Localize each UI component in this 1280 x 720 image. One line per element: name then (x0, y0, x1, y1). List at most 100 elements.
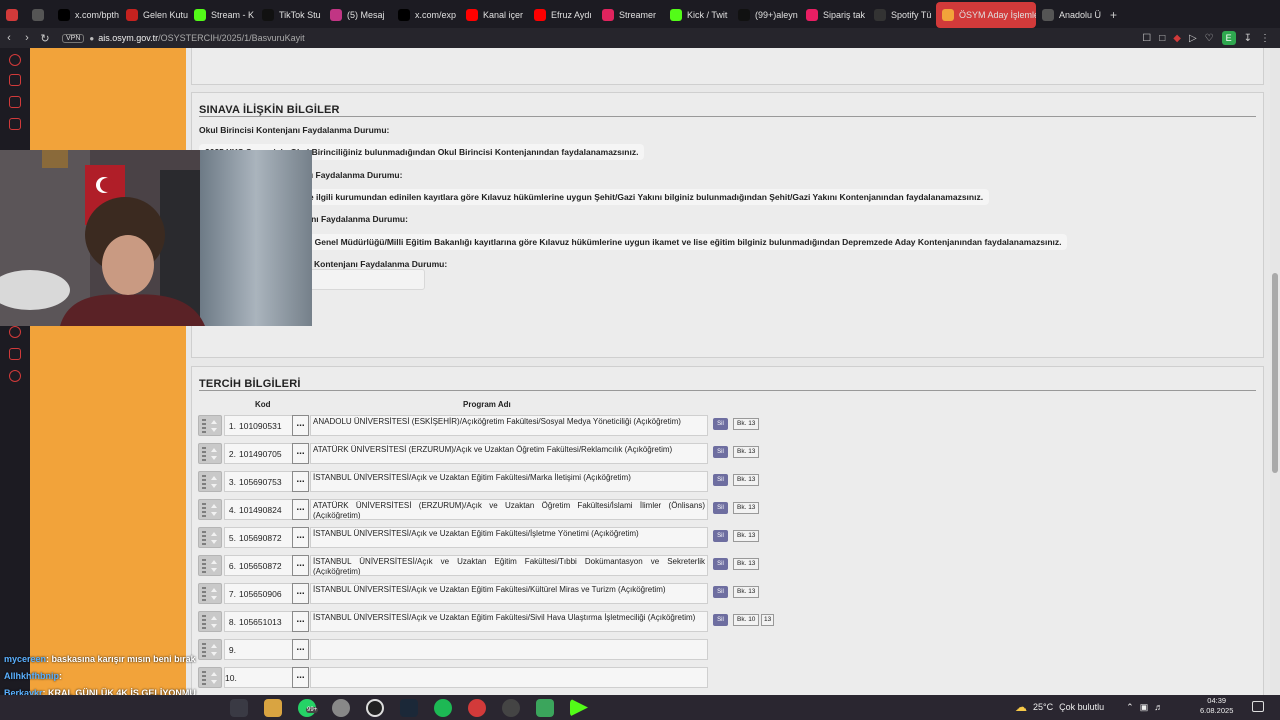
drag-handle[interactable] (198, 611, 222, 632)
arrow-down-icon[interactable] (211, 540, 217, 544)
arrow-up-icon[interactable] (211, 420, 217, 424)
arrow-down-icon[interactable] (211, 428, 217, 432)
volume-icon[interactable]: ♬ (1154, 702, 1163, 712)
bk-badge[interactable]: Bk. 13 (733, 586, 760, 598)
browser-tab[interactable]: Streamer (596, 2, 664, 28)
whatsapp-icon[interactable]: 99+ (298, 698, 319, 717)
browser-tab[interactable]: x.com/exp (392, 2, 460, 28)
arrow-down-icon[interactable] (211, 596, 217, 600)
sidebar-mail-icon[interactable] (9, 118, 21, 130)
play-icon[interactable]: ▷ (1189, 33, 1197, 44)
back-icon[interactable]: ‹ (0, 32, 18, 44)
taskbar-clock[interactable]: 04:39 6.08.2025 (1200, 696, 1233, 716)
file-explorer-icon[interactable] (264, 698, 282, 717)
sidebar-gamepad-icon[interactable] (9, 96, 21, 108)
heart-icon[interactable]: ♡ (1205, 33, 1214, 44)
media-player-icon[interactable] (366, 698, 384, 717)
delete-button[interactable]: Sil (713, 530, 728, 542)
delete-button[interactable]: Sil (713, 446, 728, 458)
select-program-button[interactable]: ... (292, 611, 309, 632)
shield-icon[interactable]: ◆ (1173, 33, 1181, 44)
task-view-icon[interactable] (230, 698, 248, 717)
browser-tab[interactable]: TikTok Stu (256, 2, 324, 28)
drag-handle[interactable] (198, 527, 222, 548)
arrow-down-icon[interactable] (211, 512, 217, 516)
opera-gx-icon[interactable] (468, 698, 486, 717)
discord-icon[interactable] (536, 698, 554, 717)
arrow-down-icon[interactable] (211, 624, 217, 628)
delete-button[interactable]: Sil (713, 586, 728, 598)
arrow-down-icon[interactable] (211, 484, 217, 488)
bk-badge[interactable]: Bk. 13 (733, 418, 760, 430)
delete-button[interactable]: Sil (713, 558, 728, 570)
browser-tab[interactable]: Kick / Twit (664, 2, 732, 28)
arrow-up-icon[interactable] (211, 476, 217, 480)
drag-handle[interactable] (198, 583, 222, 604)
bk-badge[interactable]: Bk. 10 (733, 614, 760, 626)
extension-icon[interactable]: E (1221, 31, 1236, 45)
new-tab-button[interactable]: + (1110, 8, 1117, 22)
browser-tab[interactable] (26, 2, 52, 28)
arrow-down-icon[interactable] (211, 568, 217, 572)
browser-tab[interactable]: (99+)aleyn (732, 2, 800, 28)
kick-studio-icon[interactable] (570, 698, 588, 717)
menu-icon[interactable]: ⋮ (1260, 33, 1270, 44)
kod-cell[interactable]: 2. 101490705 (224, 443, 294, 464)
drag-handle[interactable] (198, 555, 222, 576)
drag-handle[interactable] (198, 471, 222, 492)
bk-badge[interactable]: Bk. 13 (733, 446, 760, 458)
delete-button[interactable]: Sil (713, 474, 728, 486)
sidebar-messenger-icon[interactable] (9, 74, 21, 86)
browser-tab[interactable]: x.com/bpth (52, 2, 120, 28)
steam-icon[interactable] (400, 698, 418, 717)
browser-tab[interactable]: Gelen Kutu (120, 2, 188, 28)
kod-cell[interactable]: 3. 105690753 (224, 471, 294, 492)
bk-badge-extra[interactable]: 13 (761, 614, 775, 626)
bk-badge[interactable]: Bk. 13 (733, 502, 760, 514)
browser-tab[interactable]: Sipariş tak (800, 2, 868, 28)
browser-tab[interactable]: Anadolu Ü (1036, 2, 1104, 28)
forward-icon[interactable]: › (18, 32, 36, 44)
screenshot-icon[interactable]: □ (1159, 33, 1165, 44)
scrollbar-thumb[interactable] (1272, 273, 1278, 473)
bk-badge[interactable]: Bk. 13 (733, 530, 760, 542)
network-icon[interactable]: ▣ (1140, 702, 1149, 713)
sidebar-app-icon[interactable] (9, 54, 21, 66)
select-program-button[interactable]: ... (292, 583, 309, 604)
vpn-badge[interactable]: VPN (62, 33, 85, 43)
delete-button[interactable]: Sil (713, 502, 728, 514)
browser-tab[interactable]: Efruz Aydı (528, 2, 596, 28)
browser-tab[interactable]: (5) Mesaj (324, 2, 392, 28)
bookmark-icon[interactable]: ☐ (1142, 33, 1151, 44)
select-program-button[interactable]: ... (292, 527, 309, 548)
select-program-button[interactable]: ... (292, 555, 309, 576)
bk-badge[interactable]: Bk. 13 (733, 474, 760, 486)
kod-cell[interactable]: 1. 101090531 (224, 415, 294, 436)
arrow-up-icon[interactable] (211, 560, 217, 564)
delete-button[interactable]: Sil (713, 614, 728, 626)
arrow-up-icon[interactable] (211, 588, 217, 592)
select-program-button[interactable]: ... (292, 443, 309, 464)
kod-cell[interactable]: 5. 105690872 (224, 527, 294, 548)
select-program-button[interactable]: ... (292, 415, 309, 436)
browser-tab[interactable]: Spotify Tü (868, 2, 936, 28)
drag-handle[interactable] (198, 415, 222, 436)
browser-tab[interactable]: ÖSYM Aday İşlemle (936, 2, 1036, 28)
browser-tab[interactable]: Kanal içer (460, 2, 528, 28)
bk-badge[interactable]: Bk. 13 (733, 558, 760, 570)
drag-handle[interactable] (198, 443, 222, 464)
tray-chevron-icon[interactable]: ⌃ (1126, 702, 1134, 713)
arrow-up-icon[interactable] (211, 504, 217, 508)
arrow-up-icon[interactable] (211, 616, 217, 620)
browser-tab[interactable]: Stream - K (188, 2, 256, 28)
page-scrollbar[interactable] (1270, 48, 1280, 698)
kod-cell[interactable]: 7. 105650906 (224, 583, 294, 604)
kod-cell[interactable]: 6. 105650872 (224, 555, 294, 576)
arrow-up-icon[interactable] (211, 644, 217, 648)
obs-icon[interactable] (502, 698, 520, 717)
kod-cell[interactable]: 4. 101490824 (224, 499, 294, 520)
spotify-icon[interactable] (434, 698, 452, 717)
sidebar-extensions-icon[interactable] (9, 348, 21, 360)
notification-icon[interactable] (1252, 701, 1264, 712)
app-icon[interactable] (332, 698, 350, 717)
